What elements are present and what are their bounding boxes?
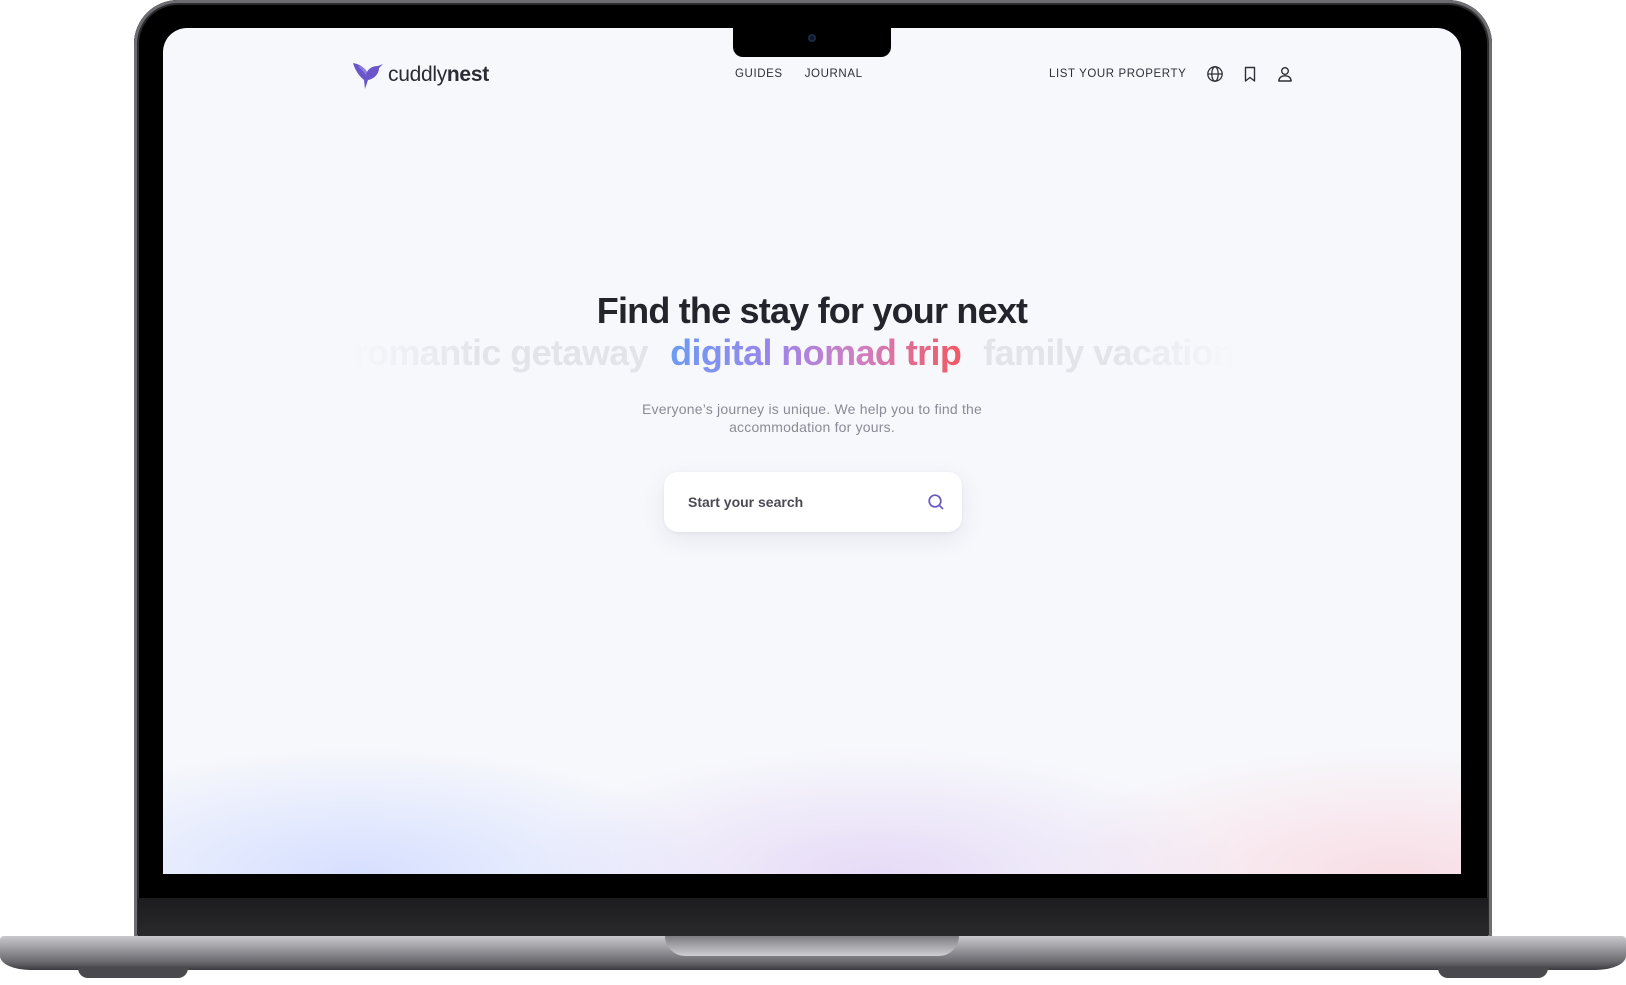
hummingbird-icon — [353, 63, 383, 89]
rotating-words: romantic getaway digital nomad trip fami… — [353, 328, 1235, 378]
search-icon[interactable] — [926, 492, 946, 512]
user-icon[interactable] — [1276, 65, 1294, 83]
laptop-chin — [138, 898, 1488, 938]
rotating-word-active: digital nomad trip — [670, 332, 962, 373]
laptop-opening-notch — [665, 936, 959, 956]
logo-text: cuddlynest — [388, 63, 489, 86]
rotating-word-previous: romantic getaway — [353, 332, 649, 373]
rotating-word-next: family vacation — [983, 332, 1235, 373]
subtitle-line-2: accommodation for yours. — [729, 419, 895, 435]
header-actions: LIST YOUR PROPERTY — [1049, 62, 1294, 86]
subtitle-line-1: Everyone’s journey is unique. We help yo… — [641, 401, 983, 417]
camera-icon — [808, 34, 816, 42]
hero-title: Find the stay for your next — [596, 290, 1028, 331]
bookmark-icon[interactable] — [1241, 65, 1259, 83]
hero-subtitle: Everyone’s journey is unique. We help yo… — [163, 400, 1461, 436]
nav-journal[interactable]: JOURNAL — [805, 68, 863, 80]
camera-notch — [733, 27, 891, 57]
list-property-link[interactable]: LIST YOUR PROPERTY — [1049, 68, 1186, 80]
logo[interactable]: cuddlynest — [352, 60, 489, 90]
laptop-foot-right — [1438, 968, 1548, 978]
search-placeholder: Start your search — [688, 494, 804, 510]
screen: cuddlynest GUIDES JOURNAL LIST YOUR PROP… — [163, 28, 1461, 874]
nav-guides[interactable]: GUIDES — [735, 68, 783, 80]
search-input[interactable]: Start your search — [664, 472, 962, 532]
main-nav: GUIDES JOURNAL — [735, 68, 863, 80]
background-gradient — [163, 614, 1461, 874]
laptop-foot-left — [78, 968, 188, 978]
globe-icon[interactable] — [1206, 65, 1224, 83]
